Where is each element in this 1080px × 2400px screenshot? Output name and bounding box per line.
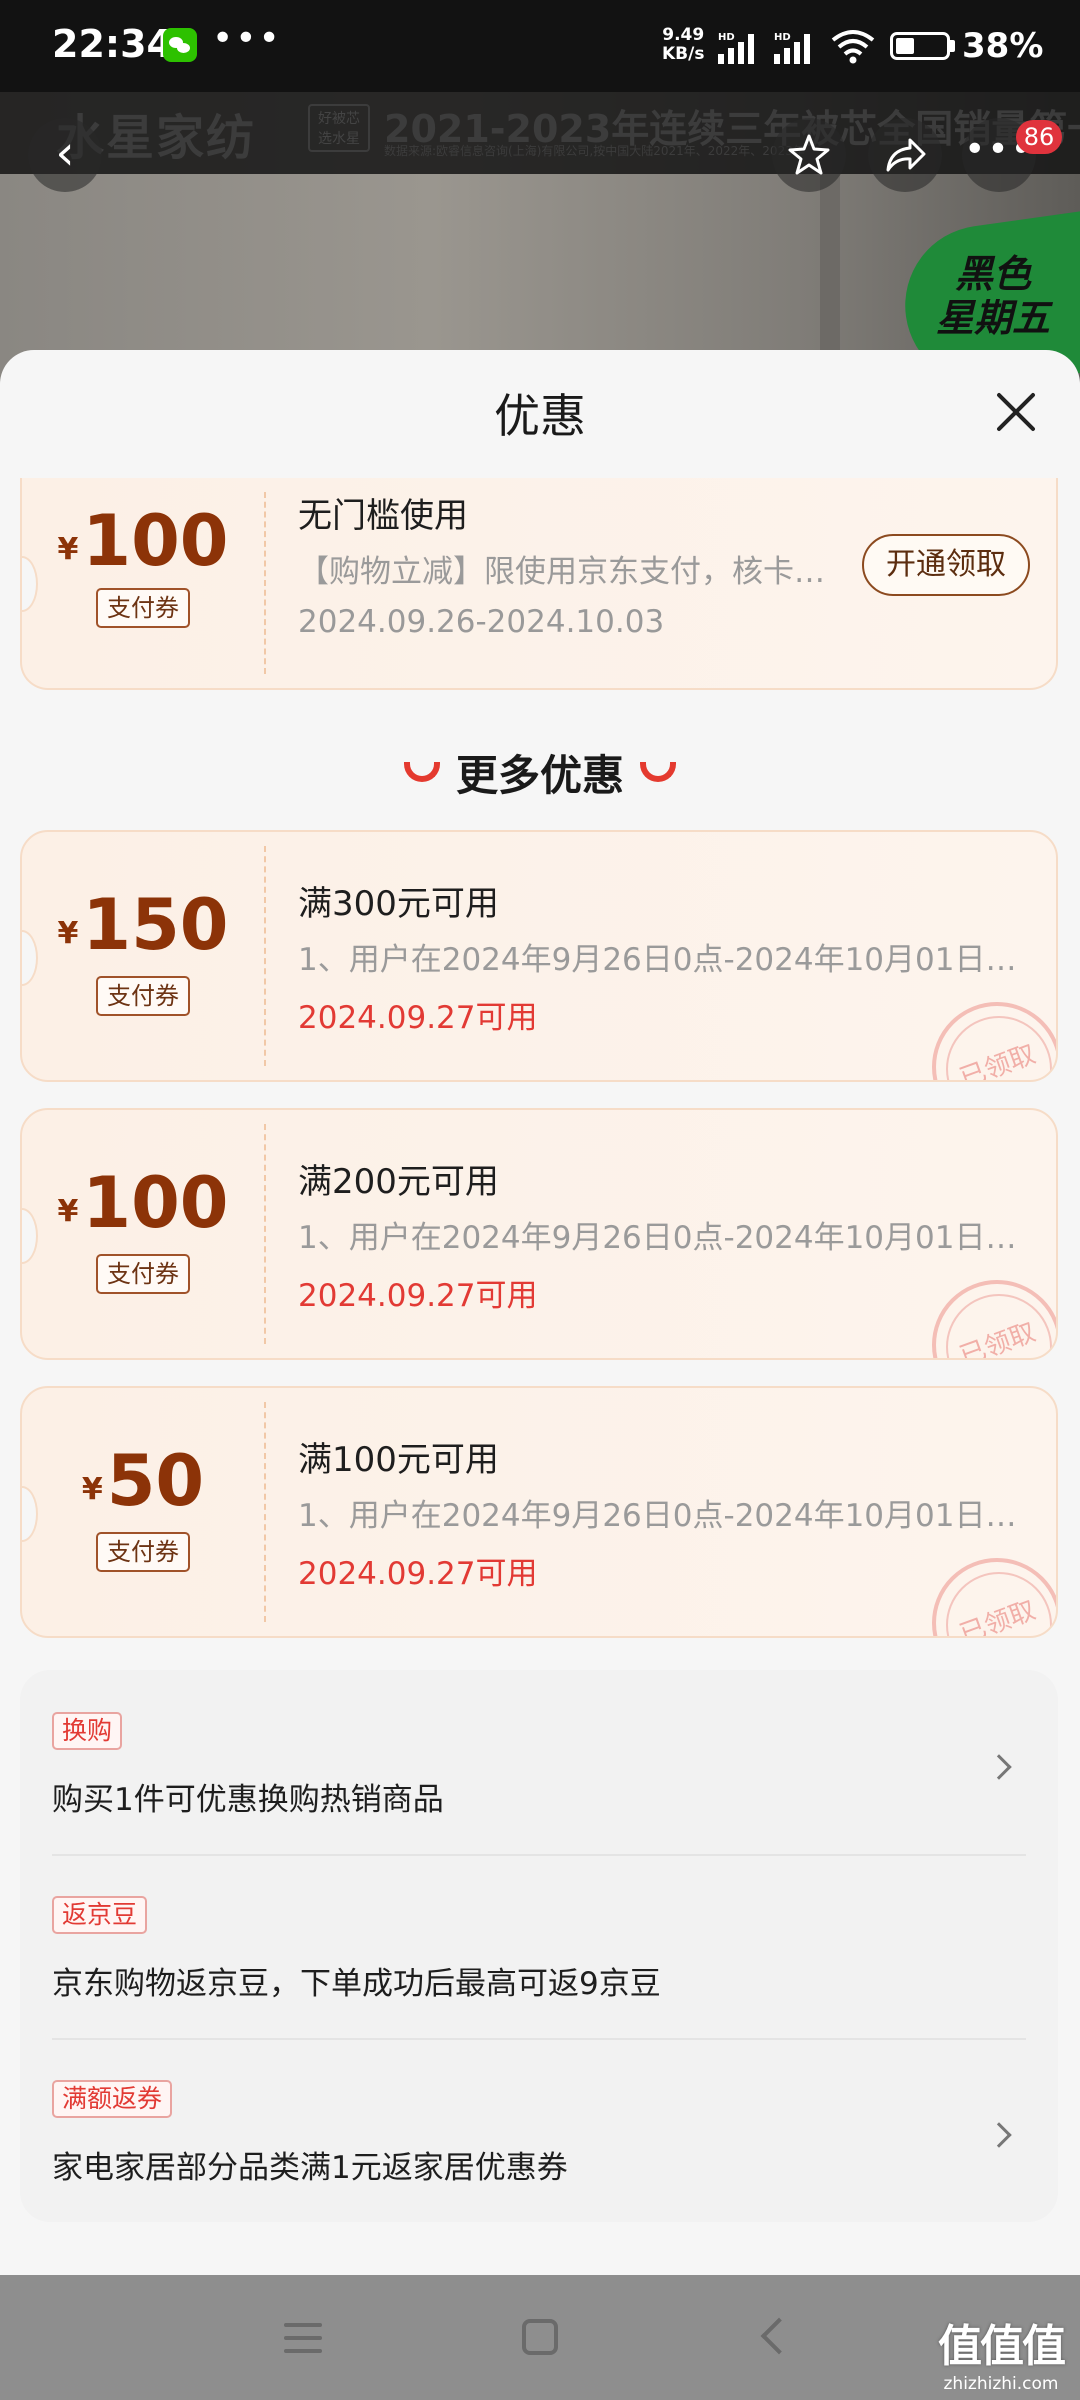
signal-hd-label: HD [718,32,735,43]
coupon-divider [264,1402,266,1622]
share-button[interactable] [868,118,942,192]
coupon-value: 50 [106,1440,205,1522]
signal-icon: HD [774,32,810,64]
coupon-title: 满300元可用 [298,884,499,924]
chevron-right-icon [986,2122,1012,2148]
back-icon: ‹ [55,125,75,181]
network-speed-value: 9.49 [662,25,705,45]
claimed-stamp-text: 已领取 [956,1317,1040,1360]
coupon-description: 1、用户在2024年9月26日0点-2024年10月01日24… [298,1498,1028,1534]
watermark-url: zhizhizhi.com [943,2374,1059,2394]
coupon-card: ¥100 支付券 无门槛使用 【购物立减】限使用京东支付，核卡… 2024.09… [20,478,1058,690]
brand-badge: 好被芯 选水星 [308,104,370,152]
status-time: 22:34 [52,22,173,66]
screen: 22:34 ••• 9.49 KB/s HD HD 38% 水星家纺 好被芯 选… [0,0,1080,2400]
smile-icon [640,762,676,782]
sheet-title: 优惠 [494,389,586,443]
message-count-badge: 86 [1016,120,1062,154]
currency-symbol: ¥ [57,916,79,951]
coupon-type-tag: 支付券 [96,976,190,1016]
brand-badge-line: 好被芯 [318,111,360,127]
benefit-row-exchange[interactable]: 换购 购买1件可优惠换购热销商品 [20,1670,1058,1854]
coupon-type-tag: 支付券 [96,1532,190,1572]
promo-sticker-text: 黑色 星期五 [928,252,1058,340]
coupon-divider [264,492,266,674]
coupon-title: 满200元可用 [298,1162,499,1202]
coupon-divider [264,846,266,1066]
battery-percent: 38% [962,26,1044,66]
close-icon[interactable] [990,386,1042,438]
home-icon[interactable] [522,2319,558,2355]
coupon-date: 2024.09.27可用 [298,1000,538,1036]
coupon-date: 2024.09.27可用 [298,1556,538,1592]
network-speed-unit: KB/s [662,44,705,64]
benefit-text: 家电家居部分品类满1元返家居优惠券 [52,2150,568,2186]
watermark: 值值值 zhizhizhi.com [926,2310,1076,2394]
coupon-value: 150 [82,884,229,966]
coupon-value: 100 [82,500,229,582]
signal-icon: HD [718,32,754,64]
coupon-amount: ¥150 [22,884,264,966]
favorite-button[interactable] [772,118,846,192]
coupon-amount: ¥100 [22,1162,264,1244]
coupon-card[interactable]: ¥100 支付券 满200元可用 1、用户在2024年9月26日0点-2024年… [20,1108,1058,1360]
wifi-icon [831,30,875,64]
chevron-right-icon [986,1754,1012,1780]
coupon-title: 无门槛使用 [298,496,468,536]
network-speed: 9.49 KB/s [662,26,704,64]
coupon-divider [264,1124,266,1344]
currency-symbol: ¥ [57,532,79,567]
brand-badge-line: 选水星 [318,131,360,147]
more-offers-heading: 更多优惠 [0,742,1080,803]
more-notifications-icon: ••• [212,18,282,59]
banner-fine-print: 数据来源:欧睿信息咨询(上海)有限公司,按中国大陆2021年、2022年、202… [384,144,805,158]
coupon-amount: ¥50 [22,1440,264,1522]
benefit-tag: 换购 [52,1712,123,1750]
benefit-text: 京东购物返京豆，下单成功后最高可返9京豆 [52,1966,661,2002]
smile-icon [403,762,440,782]
coupon-card[interactable]: ¥50 支付券 满100元可用 1、用户在2024年9月26日0点-2024年1… [20,1386,1058,1638]
back-button[interactable]: ‹ [28,118,102,192]
coupon-value: 100 [82,1162,229,1244]
benefit-tag: 返京豆 [52,1896,148,1934]
nav-back-icon[interactable] [760,2317,798,2355]
promo-line: 星期五 [935,296,1050,340]
status-bar: 22:34 ••• 9.49 KB/s HD HD 38% [0,0,1080,92]
menu-icon[interactable] [284,2321,322,2355]
currency-symbol: ¥ [81,1472,103,1507]
coupon-description: 1、用户在2024年9月26日0点-2024年10月01日24… [298,1220,1028,1256]
system-nav-bar [0,2275,1080,2400]
coupon-description: 1、用户在2024年9月26日0点-2024年10月01日24… [298,942,1028,978]
battery-level [896,38,914,54]
coupon-amount: ¥100 [22,500,264,582]
activate-claim-button[interactable]: 开通领取 [862,534,1030,596]
signal-hd-label: HD [774,32,791,43]
benefits-card: 换购 购买1件可优惠换购热销商品 返京豆 京东购物返京豆，下单成功后最高可返9京… [20,1670,1058,2222]
benefit-tag: 满额返券 [52,2080,173,2118]
coupon-description: 【购物立减】限使用京东支付，核卡… [298,554,825,590]
claimed-stamp: 已领取 [932,1558,1056,1638]
battery-tip [950,40,955,52]
coupon-type-tag: 支付券 [96,1254,190,1294]
coupon-date: 2024.09.26-2024.10.03 [298,604,665,640]
coupon-title: 满100元可用 [298,1440,499,1480]
claimed-stamp-text: 已领取 [956,1039,1040,1082]
favorite-icon [788,134,830,175]
coupon-date: 2024.09.27可用 [298,1278,538,1314]
watermark-logo: 值值值 [938,2321,1066,2372]
benefit-row-jingdou: 返京豆 京东购物返京豆，下单成功后最高可返9京豆 [20,1854,1058,2038]
share-icon [886,138,926,172]
claimed-stamp: 已领取 [932,1280,1056,1360]
benefit-row-coupon-return[interactable]: 满额返券 家电家居部分品类满1元返家居优惠券 [20,2038,1058,2222]
currency-symbol: ¥ [57,1194,79,1229]
coupon-card[interactable]: ¥150 支付券 满300元可用 1、用户在2024年9月26日0点-2024年… [20,830,1058,1082]
benefit-text: 购买1件可优惠换购热销商品 [52,1782,444,1818]
more-offers-label: 更多优惠 [455,751,624,800]
coupon-type-tag: 支付券 [96,588,190,628]
claimed-stamp-text: 已领取 [956,1595,1040,1638]
wechat-icon [163,28,197,62]
battery-icon [890,32,950,60]
promo-line: 黑色 [954,252,1031,296]
claimed-stamp: 已领取 [932,1002,1056,1082]
